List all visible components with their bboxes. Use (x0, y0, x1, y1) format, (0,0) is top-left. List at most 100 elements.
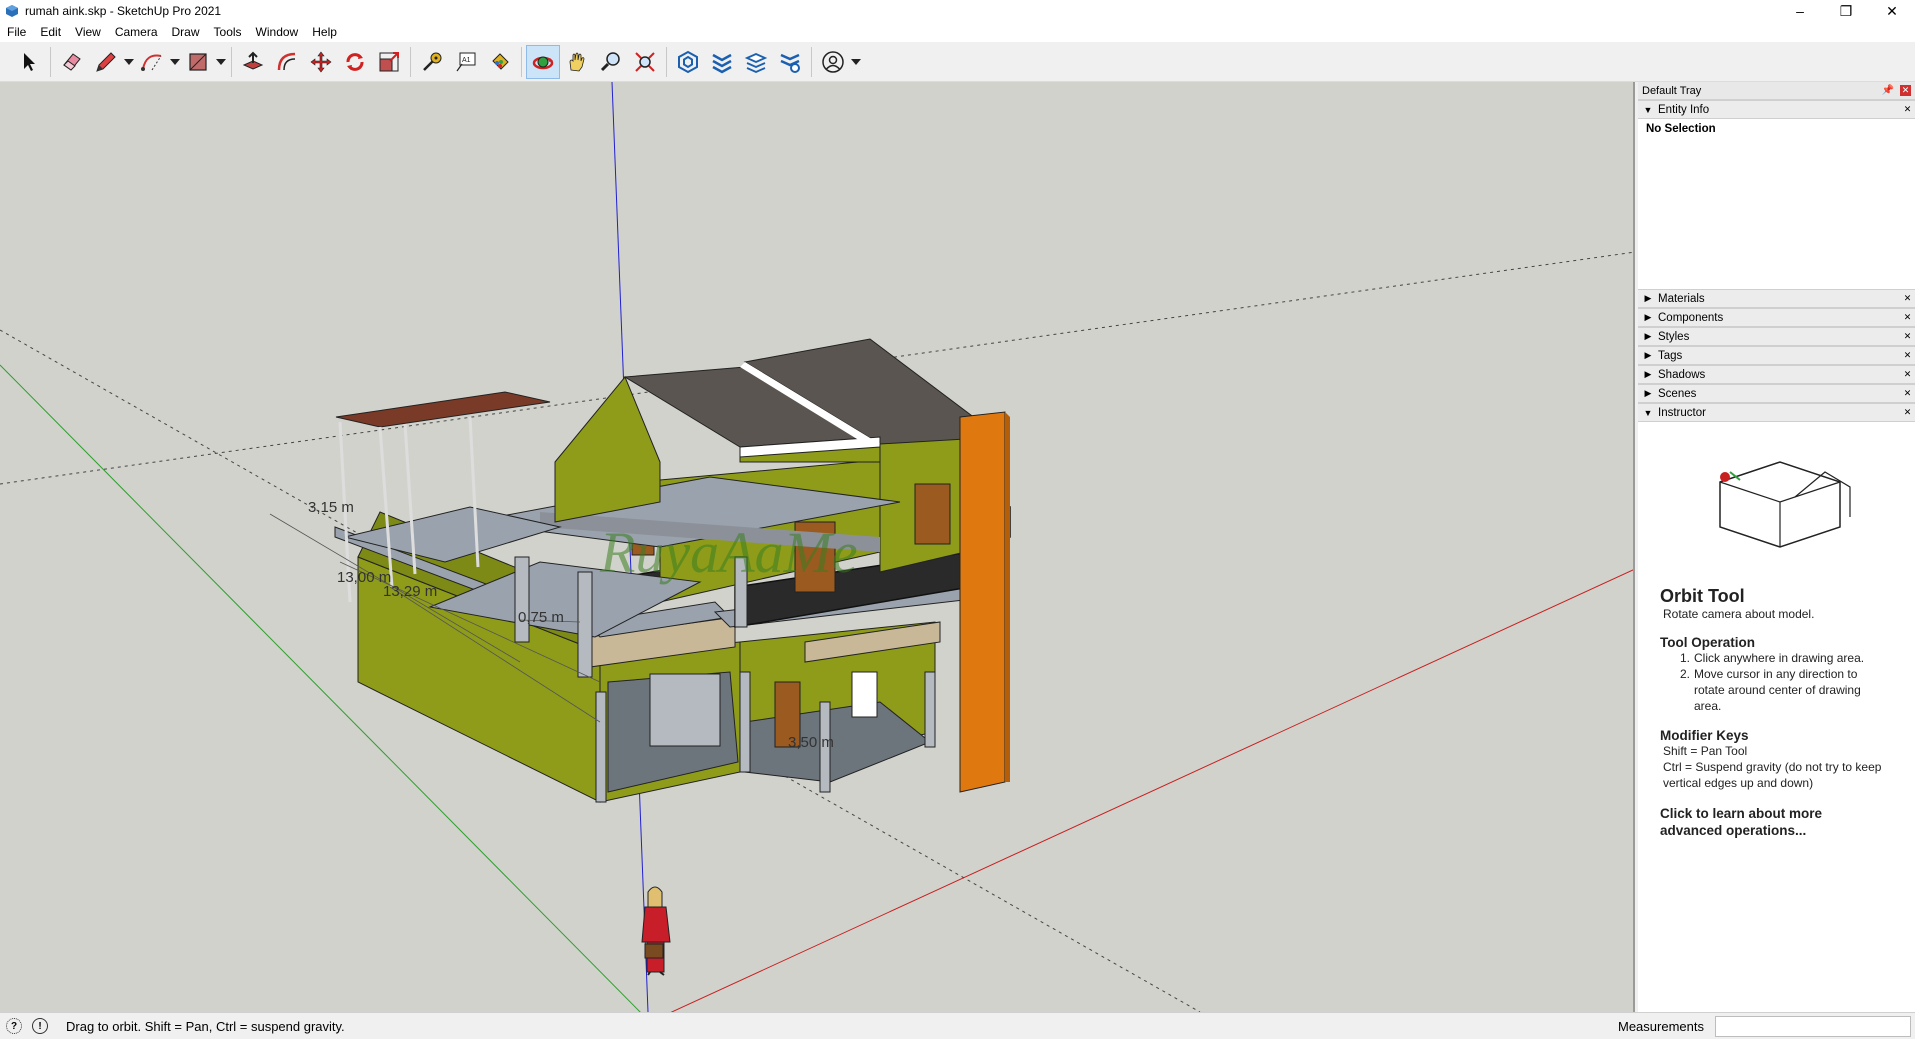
account-button[interactable] (816, 45, 850, 79)
instructor-operation-list: 1. Click anywhere in drawing area. 2. Move… (1680, 650, 1893, 714)
panel-instructor-label: Instructor (1658, 406, 1706, 419)
panel-entity-info[interactable]: ▼ Entity Info ✕ (1638, 100, 1915, 119)
extension-warehouse-button[interactable] (705, 45, 739, 79)
panel-styles[interactable]: ▶ Styles ✕ (1638, 327, 1915, 346)
menu-tools[interactable]: Tools (207, 22, 249, 42)
default-tray: Default Tray 📌 ✕ ▼ Entity Info ✕ No Sele… (1638, 82, 1915, 1012)
close-window-button[interactable]: ✕ (1869, 0, 1915, 22)
panel-label: Materials (1658, 292, 1705, 305)
extension-manager-button[interactable] (773, 45, 807, 79)
menu-window[interactable]: Window (249, 22, 306, 42)
rotate-tool-button[interactable] (338, 45, 372, 79)
instructor-tool-subtitle: Rotate camera about model. (1663, 607, 1815, 621)
paint-bucket-tool-button[interactable] (483, 45, 517, 79)
toolbar-separator (811, 46, 812, 77)
pencil-tool-button[interactable] (89, 45, 123, 79)
panel-label: Styles (1658, 330, 1690, 343)
close-icon[interactable]: ✕ (1902, 104, 1913, 115)
collapsed-triangle-icon: ▶ (1644, 293, 1652, 303)
push-pull-tool-button[interactable] (236, 45, 270, 79)
measurements-input[interactable] (1715, 1016, 1911, 1037)
close-icon[interactable]: ✕ (1902, 369, 1913, 380)
close-icon[interactable]: ✕ (1902, 312, 1913, 323)
menu-help[interactable]: Help (305, 22, 344, 42)
account-dropdown-arrow[interactable] (850, 45, 862, 79)
sketchup-logo-icon (6, 5, 18, 17)
close-icon[interactable]: ✕ (1902, 388, 1913, 399)
geo-location-icon[interactable]: ? (6, 1018, 22, 1034)
rectangle-dropdown-arrow[interactable] (215, 45, 227, 79)
scale-tool-button[interactable] (372, 45, 406, 79)
menu-draw[interactable]: Draw (165, 22, 207, 42)
panel-shadows[interactable]: ▶ Shadows ✕ (1638, 365, 1915, 384)
arc-dropdown-arrow[interactable] (169, 45, 181, 79)
instructor-op-1: Click anywhere in drawing area. (1694, 651, 1865, 665)
instructor-mod-1: Shift = Pan Tool (1663, 744, 1748, 758)
panel-tags[interactable]: ▶ Tags ✕ (1638, 346, 1915, 365)
arc-tool-button[interactable] (135, 45, 169, 79)
account-icon (822, 50, 844, 73)
close-icon[interactable]: ✕ (1902, 331, 1913, 342)
eraser-icon (63, 52, 81, 71)
toolbar-separator (521, 46, 522, 77)
panel-label: Scenes (1658, 387, 1697, 400)
rotate-icon (346, 52, 364, 71)
dimension-label-4: 0,75 m (518, 609, 564, 626)
toolbar-separator (50, 46, 51, 77)
pencil-dropdown-arrow[interactable] (123, 45, 135, 79)
select-tool-button[interactable] (12, 45, 46, 79)
window-title: rumah aink.skp - SketchUp Pro 2021 (25, 4, 222, 18)
tray-header: Default Tray 📌 ✕ (1638, 82, 1915, 100)
text-icon: A1 (456, 52, 476, 71)
layout-button[interactable] (739, 45, 773, 79)
close-icon[interactable]: ✕ (1902, 293, 1913, 304)
pan-tool-button[interactable] (560, 45, 594, 79)
warehouse-button[interactable] (671, 45, 705, 79)
tray-close-icon[interactable]: ✕ (1900, 85, 1911, 96)
chevron-down-icon (124, 58, 134, 65)
instructor-mod-2: Ctrl = Suspend gravity (do not try to ke… (1663, 760, 1882, 790)
eraser-tool-button[interactable] (55, 45, 89, 79)
tray-title: Default Tray (1642, 84, 1702, 97)
arc-icon (141, 54, 162, 71)
offset-tool-button[interactable] (270, 45, 304, 79)
pencil-icon (96, 51, 116, 72)
menu-camera[interactable]: Camera (108, 22, 165, 42)
zoom-extents-tool-button[interactable] (628, 45, 662, 79)
tape-measure-tool-button[interactable] (415, 45, 449, 79)
panel-scenes[interactable]: ▶ Scenes ✕ (1638, 384, 1915, 403)
rectangle-tool-button[interactable] (181, 45, 215, 79)
zoom-extents-icon (635, 51, 655, 72)
pin-icon[interactable]: 📌 (1882, 85, 1894, 96)
info-icon[interactable]: ! (32, 1018, 48, 1034)
move-tool-button[interactable] (304, 45, 338, 79)
panel-label: Tags (1658, 349, 1683, 362)
menu-view[interactable]: View (68, 22, 108, 42)
zoom-tool-button[interactable] (594, 45, 628, 79)
minimize-button[interactable]: – (1777, 0, 1823, 22)
instructor-tool-title: Orbit Tool (1660, 586, 1745, 606)
paint-bucket-icon (492, 52, 509, 70)
panel-instructor[interactable]: ▼ Instructor ✕ (1638, 403, 1915, 422)
panel-components[interactable]: ▶ Components ✕ (1638, 308, 1915, 327)
rectangle-icon (189, 52, 207, 71)
dimension-label-1: 3,15 m (308, 499, 354, 516)
close-icon[interactable]: ✕ (1902, 407, 1913, 418)
drawing-area[interactable]: 3,15 m 13,00 m 13,29 m 0,75 m 3,50 m Ruy… (0, 82, 1635, 1012)
close-icon[interactable]: ✕ (1902, 350, 1913, 361)
collapsed-triangle-icon: ▶ (1644, 312, 1652, 322)
panel-materials[interactable]: ▶ Materials ✕ (1638, 289, 1915, 308)
maximize-button[interactable]: ❐ (1823, 0, 1869, 22)
instructor-learn-more-link[interactable]: Click to learn about more advanced opera… (1660, 805, 1860, 839)
toolbar-separator (410, 46, 411, 77)
expanded-triangle-icon: ▼ (1643, 104, 1653, 115)
toolbar-separator (666, 46, 667, 77)
tape-measure-icon (423, 52, 442, 71)
menu-file[interactable]: File (0, 22, 33, 42)
text-tool-button[interactable]: A1 (449, 45, 483, 79)
dimension-label-5: 3,50 m (788, 734, 834, 751)
model-scene[interactable]: 3,15 m 13,00 m 13,29 m 0,75 m 3,50 m Ruy… (0, 82, 1635, 1012)
orbit-tool-button[interactable] (526, 44, 560, 79)
menu-edit[interactable]: Edit (33, 22, 68, 42)
toolbar-separator (231, 46, 232, 77)
